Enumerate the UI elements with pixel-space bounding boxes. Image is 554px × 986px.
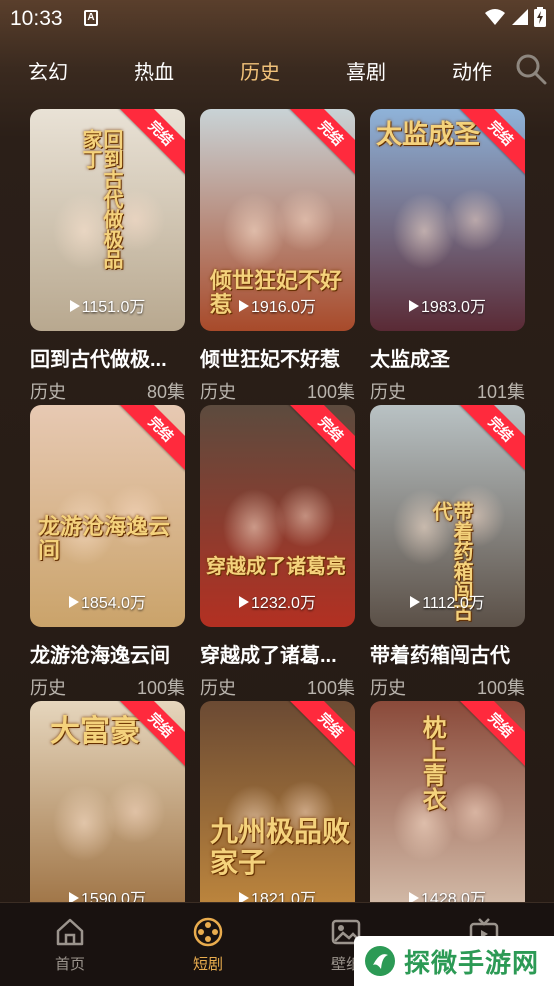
home-icon <box>56 918 84 946</box>
poster-title-art: 穿越成了诸葛亮 <box>206 554 346 578</box>
drama-title[interactable]: 带着药箱闯古代 <box>370 639 525 668</box>
drama-meta: 历史 100集 <box>200 674 355 700</box>
battery-icon <box>534 7 546 27</box>
drama-genre: 历史 <box>370 678 406 698</box>
poster-title-art: 枕上青衣 <box>418 715 448 811</box>
drama-card[interactable]: 九州极品败家子 完结 1821.0万 <box>200 701 355 923</box>
poster-title-art: 太监成圣 <box>376 120 481 150</box>
play-icon <box>69 300 80 312</box>
drama-poster[interactable]: 倾世狂妃不好惹 完结 1916.0万 <box>200 109 355 331</box>
drama-episodes: 100集 <box>306 678 355 698</box>
category-tabs: 玄幻 热血 历史 喜剧 动作 <box>0 54 554 96</box>
drama-card[interactable]: 枕上青衣 完结 1428.0万 <box>370 701 525 923</box>
drama-title[interactable]: 穿越成了诸葛... <box>200 639 355 668</box>
view-count-text: 1854.0万 <box>81 595 146 612</box>
drama-card[interactable]: 龙游沧海逸云间 完结 1854.0万 龙游沧海逸云间 历史 100集 <box>30 405 185 700</box>
view-count: 1916.0万 <box>200 293 355 317</box>
drama-title[interactable]: 太监成圣 <box>370 343 525 372</box>
tab-lishi[interactable]: 历史 <box>230 56 290 85</box>
drama-card[interactable]: 带着药箱闯古代 完结 1112.0万带着药箱闯古代历史 100集 <box>370 405 525 700</box>
drama-meta: 历史 100集 <box>30 674 185 700</box>
drama-episodes: 100集 <box>306 382 355 402</box>
poster-title-art: 回到古代做极品家丁 <box>79 129 124 269</box>
watermark-logo-icon <box>365 946 395 976</box>
drama-genre: 历史 <box>30 382 66 402</box>
status-time: 10:33 <box>10 7 63 30</box>
drama-card[interactable]: 穿越成了诸葛亮 完结 1232.0万穿越成了诸葛... 历史 100集 <box>200 405 355 700</box>
drama-episodes: 100集 <box>136 678 185 698</box>
search-icon[interactable] <box>514 52 548 86</box>
tab-xuanhuan[interactable]: 玄幻 <box>18 56 78 85</box>
tab-xiju[interactable]: 喜剧 <box>336 56 396 85</box>
view-count: 1854.0万 <box>30 589 185 613</box>
view-count-text: 1983.0万 <box>421 299 486 316</box>
signal-icon <box>512 9 528 25</box>
view-count-text: 1112.0万 <box>422 595 485 612</box>
drama-card[interactable]: 倾世狂妃不好惹 完结 1916.0万倾世狂妃不好惹历史 100集 <box>200 109 355 404</box>
drama-poster[interactable]: 枕上青衣 完结 1428.0万 <box>370 701 525 923</box>
drama-episodes: 80集 <box>146 382 185 402</box>
film-reel-icon <box>193 917 223 947</box>
drama-genre: 历史 <box>200 678 236 698</box>
drama-card[interactable]: 大富豪 完结 1590.0万 <box>30 701 185 923</box>
drama-title[interactable]: 回到古代做极... <box>30 343 185 372</box>
watermark: 探微手游网 <box>354 936 554 986</box>
drama-title[interactable]: 龙游沧海逸云间 <box>30 639 185 668</box>
tab-rexue[interactable]: 热血 <box>124 56 184 85</box>
drama-card[interactable]: 太监成圣 完结 1983.0万 太监成圣 历史 101集 <box>370 109 525 404</box>
drama-meta: 历史 101集 <box>370 378 525 404</box>
drama-episodes: 100集 <box>476 678 525 698</box>
drama-poster[interactable]: 大富豪 完结 1590.0万 <box>30 701 185 923</box>
drama-meta: 历史 100集 <box>200 378 355 404</box>
drama-episodes: 101集 <box>476 382 525 402</box>
watermark-text: 探微手游网 <box>404 947 540 978</box>
drama-poster[interactable]: 太监成圣 完结 1983.0万 <box>370 109 525 331</box>
view-count: 1112.0万 <box>370 589 525 613</box>
drama-poster[interactable]: 带着药箱闯古代 完结 1112.0万 <box>370 405 525 627</box>
app-screen: 10:33 A 玄幻 热血 历史 喜剧 动作 回到古代做极品家丁 完结 1151… <box>0 0 554 986</box>
wifi-icon <box>485 9 505 25</box>
drama-title[interactable]: 倾世狂妃不好惹 <box>200 343 355 372</box>
status-bar: 10:33 A <box>0 0 554 38</box>
drama-card[interactable]: 回到古代做极品家丁 完结 1151.0万回到古代做极... 历史 80集 <box>30 109 185 404</box>
view-count-text: 1151.0万 <box>81 299 146 316</box>
nav-label-shorts: 短剧 <box>192 956 223 973</box>
view-count: 1983.0万 <box>370 293 525 317</box>
nav-item-shorts[interactable]: 短剧 <box>168 917 248 974</box>
notification-icon: A <box>84 10 98 26</box>
tab-dongzuo[interactable]: 动作 <box>442 56 502 85</box>
drama-poster[interactable]: 龙游沧海逸云间 完结 1854.0万 <box>30 405 185 627</box>
status-icons <box>484 7 546 27</box>
drama-meta: 历史 80集 <box>30 378 185 404</box>
drama-poster[interactable]: 穿越成了诸葛亮 完结 1232.0万 <box>200 405 355 627</box>
view-count-text: 1232.0万 <box>251 595 316 612</box>
drama-genre: 历史 <box>30 678 66 698</box>
drama-meta: 历史 100集 <box>370 674 525 700</box>
nav-label-home: 首页 <box>54 956 85 973</box>
play-icon <box>409 300 420 312</box>
drama-genre: 历史 <box>370 382 406 402</box>
drama-genre: 历史 <box>200 382 236 402</box>
play-icon <box>410 596 421 608</box>
view-count: 1232.0万 <box>200 589 355 613</box>
poster-title-art: 九州极品败家子 <box>210 815 351 879</box>
play-icon <box>239 596 250 608</box>
view-count: 1151.0万 <box>30 293 185 317</box>
drama-poster[interactable]: 九州极品败家子 完结 1821.0万 <box>200 701 355 923</box>
view-count-text: 1916.0万 <box>251 299 316 316</box>
play-icon <box>239 300 250 312</box>
drama-poster[interactable]: 回到古代做极品家丁 完结 1151.0万 <box>30 109 185 331</box>
nav-item-home[interactable]: 首页 <box>30 917 110 974</box>
poster-title-art: 龙游沧海逸云间 <box>38 514 171 565</box>
play-icon <box>69 596 80 608</box>
poster-title-art: 大富豪 <box>50 714 140 749</box>
